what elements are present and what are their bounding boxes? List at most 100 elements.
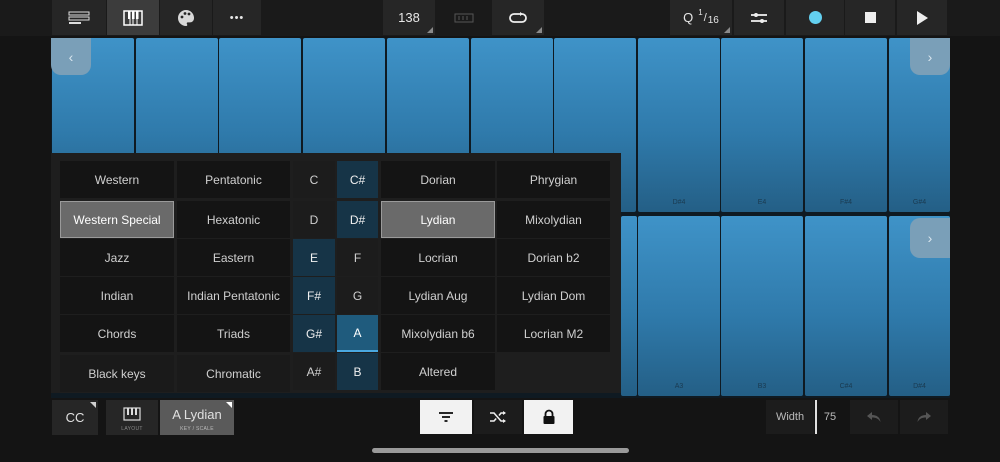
scale-mode[interactable]: Lydian Dom bbox=[497, 277, 610, 314]
width-label: Width bbox=[775, 411, 805, 423]
scale-mode[interactable]: Mixolydian bbox=[497, 201, 610, 238]
scale-mode[interactable]: Dorian b2 bbox=[497, 239, 610, 276]
pad[interactable]: B3 bbox=[721, 216, 803, 396]
scale-category[interactable]: Western bbox=[60, 161, 174, 198]
mixer-icon[interactable] bbox=[734, 0, 784, 35]
redo-button[interactable] bbox=[900, 400, 948, 434]
scale-category[interactable]: Black keys bbox=[60, 355, 174, 392]
cc-label: CC bbox=[65, 410, 85, 425]
octave-left-button[interactable]: ‹ bbox=[51, 38, 91, 75]
root-note[interactable]: C# bbox=[337, 161, 378, 198]
scale-mode[interactable]: Locrian M2 bbox=[497, 315, 610, 352]
more-icon: ••• bbox=[229, 11, 245, 24]
root-note[interactable]: D bbox=[293, 201, 335, 238]
pad-label: G#4 bbox=[912, 199, 927, 206]
row-right-button[interactable]: › bbox=[910, 218, 950, 258]
root-note[interactable]: G# bbox=[293, 315, 335, 352]
scale-mode[interactable]: Altered bbox=[381, 353, 495, 390]
scale-category[interactable]: Chords bbox=[60, 315, 174, 352]
scale-category[interactable]: Indian Pentatonic bbox=[177, 277, 290, 314]
scale-category-selected[interactable]: Western Special bbox=[60, 201, 174, 238]
key-scale-sublabel: KEY / SCALE bbox=[180, 426, 214, 432]
metronome-icon[interactable] bbox=[438, 0, 490, 35]
scale-category[interactable]: Hexatonic bbox=[177, 201, 290, 238]
lock-icon bbox=[543, 409, 554, 424]
play-button[interactable] bbox=[897, 0, 947, 35]
keyboard-icon bbox=[123, 406, 141, 421]
chevron-left-icon: ‹ bbox=[68, 48, 74, 65]
width-slider-handle[interactable] bbox=[815, 400, 817, 434]
filter-button[interactable] bbox=[420, 400, 472, 434]
filter-icon bbox=[439, 412, 453, 422]
shuffle-button[interactable] bbox=[474, 400, 522, 434]
cc-button[interactable]: CC bbox=[52, 400, 98, 435]
pad[interactable]: C#4 bbox=[805, 216, 887, 396]
quantize-denominator: 16 bbox=[707, 15, 719, 26]
scale-mode[interactable]: Locrian bbox=[381, 239, 495, 276]
stop-button[interactable] bbox=[845, 0, 895, 35]
root-note[interactable]: A# bbox=[293, 353, 335, 390]
redo-icon bbox=[917, 412, 931, 422]
root-note[interactable]: C bbox=[293, 161, 335, 198]
octave-right-button[interactable]: › bbox=[910, 38, 950, 75]
palette-icon[interactable] bbox=[160, 0, 212, 35]
loop-icon bbox=[509, 11, 527, 23]
root-note[interactable]: E bbox=[293, 239, 335, 276]
key-scale-label: A Lydian bbox=[172, 407, 222, 422]
scale-category[interactable]: Indian bbox=[60, 277, 174, 314]
pad-label: E4 bbox=[757, 199, 767, 206]
sequencer-icon[interactable] bbox=[52, 0, 106, 35]
scale-category[interactable]: Eastern bbox=[177, 239, 290, 276]
top-toolbar: ••• 138 Q 1 / 16 bbox=[0, 0, 1000, 36]
pad-label: F#4 bbox=[839, 199, 853, 206]
pad-label: D#4 bbox=[672, 199, 686, 206]
root-note-selected[interactable]: A bbox=[337, 315, 378, 352]
key-scale-button[interactable]: A Lydian KEY / SCALE bbox=[160, 400, 234, 435]
pad[interactable] bbox=[621, 216, 637, 396]
quantize-label: Q bbox=[683, 10, 694, 25]
scale-mode[interactable]: Lydian Aug bbox=[381, 277, 495, 314]
root-note[interactable]: F# bbox=[293, 277, 335, 314]
layout-sublabel: LAYOUT bbox=[121, 426, 143, 432]
pad-label: D#4 bbox=[913, 383, 926, 390]
width-value-box[interactable]: 75 bbox=[818, 400, 842, 434]
record-icon bbox=[808, 11, 822, 24]
tempo-value: 138 bbox=[398, 10, 420, 25]
width-value: 75 bbox=[823, 411, 837, 423]
stop-icon bbox=[864, 12, 876, 23]
play-icon bbox=[916, 10, 928, 25]
undo-button[interactable] bbox=[850, 400, 898, 434]
pad[interactable]: E4 bbox=[721, 38, 803, 212]
layout-button[interactable]: LAYOUT bbox=[106, 400, 158, 435]
lock-button[interactable] bbox=[524, 400, 573, 434]
root-note[interactable]: F bbox=[337, 239, 378, 276]
root-note[interactable]: G bbox=[337, 277, 378, 314]
scale-category[interactable]: Jazz bbox=[60, 239, 174, 276]
undo-icon bbox=[867, 412, 881, 422]
pad-label: C#4 bbox=[839, 383, 853, 390]
keyboard-icon[interactable] bbox=[107, 0, 159, 35]
root-note[interactable]: B bbox=[337, 353, 378, 390]
scale-category[interactable]: Triads bbox=[177, 315, 290, 352]
home-indicator bbox=[372, 448, 629, 453]
quantize-numerator: 1 bbox=[698, 8, 703, 17]
scale-category[interactable]: Pentatonic bbox=[177, 161, 290, 198]
pad[interactable]: F#4 bbox=[805, 38, 887, 212]
scale-mode[interactable]: Mixolydian b6 bbox=[381, 315, 495, 352]
tempo-field[interactable]: 138 bbox=[383, 0, 435, 35]
loop-button[interactable] bbox=[492, 0, 544, 35]
chevron-right-icon: › bbox=[927, 230, 933, 246]
pad-label: A3 bbox=[674, 383, 684, 390]
pad[interactable]: A3 bbox=[638, 216, 720, 396]
pad[interactable]: D#4 bbox=[638, 38, 720, 212]
quantize-button[interactable]: Q 1 / 16 bbox=[670, 0, 732, 35]
root-note[interactable]: D# bbox=[337, 201, 378, 238]
key-scale-panel: Western Western Special Jazz Indian Chor… bbox=[51, 153, 621, 393]
scale-category[interactable]: Chromatic bbox=[177, 355, 290, 392]
scale-mode-selected[interactable]: Lydian bbox=[381, 201, 495, 238]
scale-mode[interactable]: Dorian bbox=[381, 161, 495, 198]
chevron-right-icon: › bbox=[927, 48, 933, 65]
more-menu-button[interactable]: ••• bbox=[213, 0, 261, 35]
scale-mode[interactable]: Phrygian bbox=[497, 161, 610, 198]
record-button[interactable] bbox=[786, 0, 844, 35]
